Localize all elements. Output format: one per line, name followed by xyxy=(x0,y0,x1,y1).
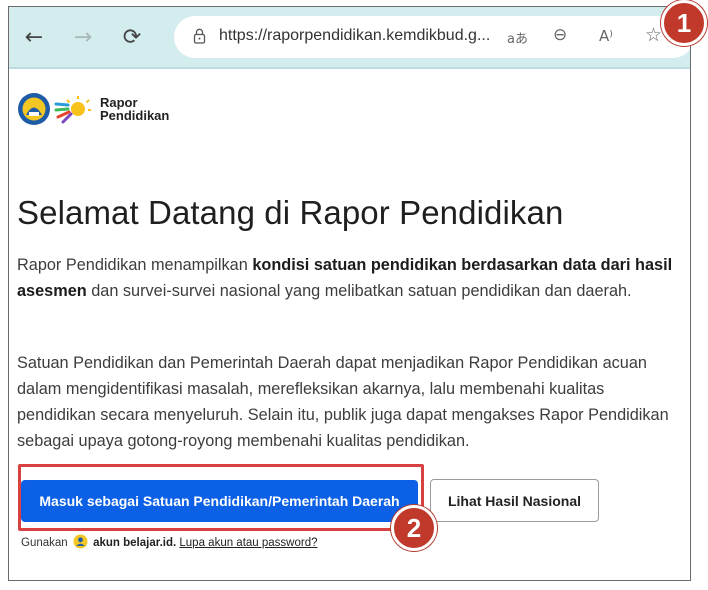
login-prefix: Gunakan xyxy=(21,537,68,549)
callout-badge-2: 2 xyxy=(391,505,437,551)
intro-text-1: Rapor Pendidikan menampilkan xyxy=(17,256,253,274)
belajar-id-brand: akun belajar.id. xyxy=(93,537,177,549)
page-title: Selamat Datang di Rapor Pendidikan xyxy=(17,194,564,231)
browser-toolbar: ← → ⟳ https://raporpendidikan.kemdikbud.… xyxy=(9,7,690,69)
rapor-pendidikan-logo[interactable] xyxy=(15,89,95,131)
forgot-password-link[interactable]: Lupa akun atau password? xyxy=(179,537,317,549)
browser-window: ← → ⟳ https://raporpendidikan.kemdikbud.… xyxy=(8,6,691,581)
zoom-icon[interactable]: ⊖ xyxy=(553,25,567,45)
back-arrow-icon[interactable]: ← xyxy=(21,25,47,51)
login-hint: Gunakan akun belajar.id. Lupa akun atau … xyxy=(21,534,318,549)
address-bar[interactable]: https://raporpendidikan.kemdikbud.g... a… xyxy=(174,16,690,58)
read-aloud-icon[interactable]: aあ xyxy=(507,28,528,47)
description-paragraph: Satuan Pendidikan dan Pemerintah Daerah … xyxy=(17,354,669,450)
logo-line-2: Pendidikan xyxy=(100,108,170,123)
url-text[interactable]: https://raporpendidikan.kemdikbud.g... xyxy=(219,27,490,45)
read-view-icon[interactable]: A⁾ xyxy=(599,27,613,45)
highlight-box xyxy=(18,464,424,531)
lock-icon[interactable] xyxy=(193,28,206,44)
reload-icon[interactable]: ⟳ xyxy=(119,25,145,51)
national-results-button[interactable]: Lihat Hasil Nasional xyxy=(430,479,599,522)
forward-arrow-icon[interactable]: → xyxy=(70,25,96,51)
intro-paragraph: Rapor Pendidikan menampilkan kondisi sat… xyxy=(17,252,687,304)
logo-text: Rapor Pendidikan xyxy=(100,96,169,122)
favorite-star-icon[interactable]: ☆ xyxy=(645,24,662,46)
callout-badge-1: 1 xyxy=(661,0,707,46)
belajar-id-icon xyxy=(73,534,88,549)
intro-text-2: dan survei-survei nasional yang melibatk… xyxy=(86,282,632,300)
